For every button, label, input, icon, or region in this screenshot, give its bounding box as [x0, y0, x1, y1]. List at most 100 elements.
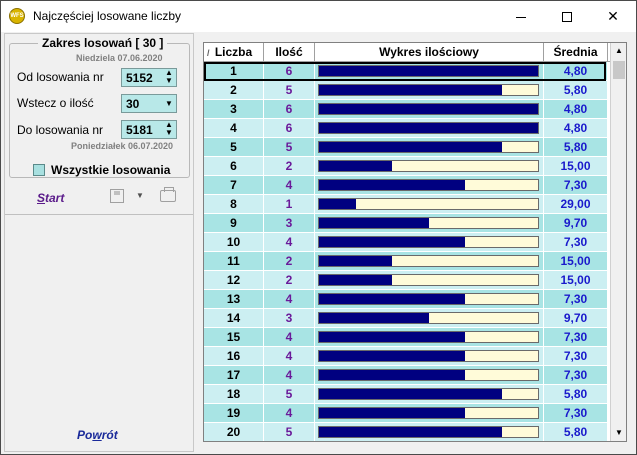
cell-count: 1 — [264, 195, 315, 214]
table-row[interactable]: 5 5 5,80 — [204, 138, 610, 157]
chevron-down-icon[interactable]: ▼ — [136, 191, 144, 200]
cell-count: 5 — [264, 138, 315, 157]
count-bar — [319, 66, 538, 76]
cell-chart — [315, 366, 544, 385]
back-button[interactable]: Powrót — [77, 428, 118, 442]
cell-average: 5,80 — [544, 385, 608, 404]
cell-count: 4 — [264, 233, 315, 252]
bar-track — [318, 84, 539, 96]
header-number-label: Liczba — [214, 45, 253, 59]
all-draws-label[interactable]: Wszystkie losowania — [51, 163, 170, 177]
bar-track — [318, 388, 539, 400]
cell-number: 3 — [204, 100, 264, 119]
table-row[interactable]: 4 6 4,80 — [204, 119, 610, 138]
header-count[interactable]: Ilość — [264, 43, 315, 62]
table-row[interactable]: 8 1 29,00 — [204, 195, 610, 214]
start-button[interactable]: Start — [37, 191, 64, 205]
cell-number: 7 — [204, 176, 264, 195]
all-draws-checkbox[interactable] — [33, 164, 45, 176]
cell-number: 13 — [204, 290, 264, 309]
from-spinner[interactable]: 5152 ▲ ▼ — [121, 68, 177, 87]
to-spinner[interactable]: 5181 ▲ ▼ — [121, 120, 177, 139]
cell-average: 7,30 — [544, 290, 608, 309]
to-date: Poniedziałek 06.07.2020 — [71, 141, 174, 151]
table-row[interactable]: 12 2 15,00 — [204, 271, 610, 290]
bar-track — [318, 103, 539, 115]
cell-average: 9,70 — [544, 214, 608, 233]
table-row[interactable]: 11 2 15,00 — [204, 252, 610, 271]
cell-average: 7,30 — [544, 233, 608, 252]
spinner-arrows-icon[interactable]: ▲ ▼ — [164, 69, 174, 85]
cell-chart — [315, 157, 544, 176]
count-bar — [319, 218, 429, 228]
cell-number: 10 — [204, 233, 264, 252]
table-row[interactable]: 20 5 5,80 — [204, 423, 610, 441]
header-chart[interactable]: Wykres ilościowy — [315, 43, 544, 62]
table-row[interactable]: 2 5 5,80 — [204, 81, 610, 100]
left-panel: Zakres losowań [ 30 ] Niedziela 07.06.20… — [4, 33, 194, 452]
table-row[interactable]: 19 4 7,30 — [204, 404, 610, 423]
count-bar — [319, 275, 392, 285]
cell-count: 4 — [264, 290, 315, 309]
table-row[interactable]: 10 4 7,30 — [204, 233, 610, 252]
scroll-up-icon[interactable]: ▲ — [611, 43, 626, 59]
to-value: 5181 — [126, 123, 153, 137]
cell-count: 2 — [264, 271, 315, 290]
count-bar — [319, 123, 538, 133]
count-bar — [319, 199, 356, 209]
cell-chart — [315, 271, 544, 290]
bar-track — [318, 217, 539, 229]
table-row[interactable]: 14 3 9,70 — [204, 309, 610, 328]
table-row[interactable]: 13 4 7,30 — [204, 290, 610, 309]
scroll-thumb[interactable] — [613, 61, 625, 79]
chevron-down-icon[interactable]: ▼ — [164, 100, 174, 108]
window-title: Najczęściej losowane liczby — [33, 9, 182, 23]
cell-chart — [315, 328, 544, 347]
cell-count: 2 — [264, 252, 315, 271]
table-row[interactable]: 9 3 9,70 — [204, 214, 610, 233]
cell-average: 7,30 — [544, 347, 608, 366]
table-row[interactable]: 18 5 5,80 — [204, 385, 610, 404]
table-row[interactable]: 1 6 4,80 — [204, 62, 610, 81]
cell-chart — [315, 347, 544, 366]
maximize-button[interactable] — [544, 1, 590, 32]
cell-average: 4,80 — [544, 62, 608, 81]
cell-chart — [315, 252, 544, 271]
header-average[interactable]: Średnia — [544, 43, 608, 62]
cell-number: 16 — [204, 347, 264, 366]
to-label: Do losowania nr — [17, 123, 104, 137]
cell-count: 6 — [264, 119, 315, 138]
cell-average: 7,30 — [544, 328, 608, 347]
cell-number: 2 — [204, 81, 264, 100]
count-bar — [319, 351, 465, 361]
table-row[interactable]: 17 4 7,30 — [204, 366, 610, 385]
cell-number: 15 — [204, 328, 264, 347]
bar-track — [318, 426, 539, 438]
table-row[interactable]: 15 4 7,30 — [204, 328, 610, 347]
save-icon[interactable] — [110, 189, 124, 203]
minimize-button[interactable] — [498, 1, 544, 32]
scroll-down-icon[interactable]: ▼ — [611, 425, 626, 441]
range-group-title: Zakres losowań [ 30 ] — [38, 36, 168, 50]
vertical-scrollbar[interactable]: ▲ ▼ — [610, 43, 626, 441]
results-grid[interactable]: / Liczba Ilość Wykres ilościowy Średnia … — [203, 42, 627, 442]
sort-icon: / — [207, 48, 210, 58]
title-bar[interactable]: WFS Najczęściej losowane liczby ✕ — [1, 1, 636, 32]
close-button[interactable]: ✕ — [590, 1, 636, 32]
spinner-arrows-icon[interactable]: ▲ ▼ — [164, 121, 174, 137]
table-row[interactable]: 16 4 7,30 — [204, 347, 610, 366]
cell-count: 4 — [264, 404, 315, 423]
cell-chart — [315, 176, 544, 195]
bar-track — [318, 350, 539, 362]
divider — [5, 214, 193, 215]
cell-average: 15,00 — [544, 252, 608, 271]
print-icon[interactable] — [160, 187, 176, 202]
back-select[interactable]: 30 ▼ — [121, 94, 177, 113]
cell-number: 4 — [204, 119, 264, 138]
table-row[interactable]: 7 4 7,30 — [204, 176, 610, 195]
from-value: 5152 — [126, 71, 153, 85]
table-row[interactable]: 3 6 4,80 — [204, 100, 610, 119]
table-row[interactable]: 6 2 15,00 — [204, 157, 610, 176]
header-number[interactable]: / Liczba — [204, 43, 264, 62]
bar-track — [318, 255, 539, 267]
